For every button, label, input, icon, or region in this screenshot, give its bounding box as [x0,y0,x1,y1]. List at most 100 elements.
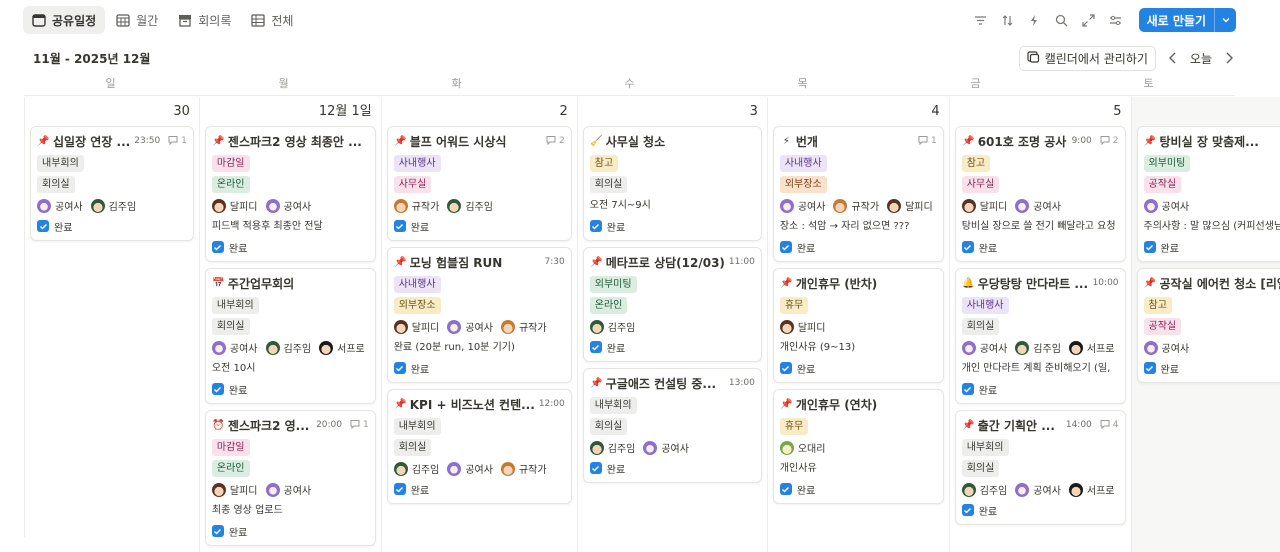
person-chip[interactable]: 공여사 [265,482,311,497]
done-checkbox-row[interactable]: 완료 [589,337,755,357]
person-chip[interactable]: 김주임 [961,482,1007,497]
chevron-right-icon[interactable] [1222,51,1236,65]
done-checkbox-row[interactable]: 완료 [961,379,1119,399]
done-checkbox-row[interactable]: 완료 [211,521,369,541]
checkbox-checked-icon[interactable] [1143,362,1156,374]
event-card[interactable]: 📌 개인휴무 (연차) 휴무 오대리 개인사유 완료 [772,389,944,504]
person-chip[interactable]: 공여사 [265,198,311,213]
event-card[interactable]: 🔔 우당탕탕 만다라트 ... 10:00 사내행사 회의실 공여사 김주임 서프로 개인 만다… [954,268,1126,404]
event-card[interactable]: 📌공작실 에어컨 청소 [리얼... 참고공작실공여사완료 [1136,268,1280,383]
checkbox-checked-icon[interactable] [393,483,406,495]
person-chip[interactable]: 김주임 [265,340,311,355]
sort-icon[interactable] [1000,13,1015,28]
checkbox-checked-icon[interactable] [211,525,224,537]
done-checkbox-row[interactable]: 완료 [393,216,565,236]
person-chip[interactable]: 김주임 [90,198,136,213]
person-chip[interactable]: 공여사 [447,461,493,476]
person-chip[interactable]: 김주임 [447,198,493,213]
person-chip[interactable]: 달피디 [779,319,825,334]
checkbox-checked-icon[interactable] [589,341,602,353]
checkbox-checked-icon[interactable] [961,241,974,253]
done-checkbox-row[interactable]: 완료 [779,358,937,378]
person-chip[interactable]: 공여사 [961,340,1007,355]
person-chip[interactable]: 달피디 [887,198,933,213]
tab-all[interactable]: 전체 [242,6,302,34]
done-checkbox-row[interactable]: 완료 [589,216,755,236]
done-checkbox-row[interactable]: 완료 [1143,358,1280,378]
comment-count[interactable]: 2 [1100,135,1119,148]
checkbox-checked-icon[interactable] [589,462,602,474]
done-checkbox-row[interactable]: 완료 [779,479,937,499]
manage-in-calendar-button[interactable]: 캘린더에서 관리하기 [1018,45,1156,71]
person-chip[interactable]: 규작가 [833,198,879,213]
person-chip[interactable]: 공여사 [1143,340,1189,355]
person-chip[interactable]: 공여사 [643,440,689,455]
person-chip[interactable]: 김주임 [1015,340,1061,355]
person-chip[interactable]: 서프로 [1068,340,1115,355]
person-chip[interactable]: 달피디 [961,198,1007,213]
event-card[interactable]: 📌 블프 어워드 시상식 2 사내행사 사무실 규작가 김주임 완료 [386,126,572,241]
event-card[interactable]: 📌탕비실 장 맞춤제...5 외부미팅공작실공여사주의사항 : 말 많으심 (커피… [1136,126,1280,262]
tab-shared-schedule[interactable]: 공유일정 [23,6,106,34]
checkbox-checked-icon[interactable] [211,241,224,253]
person-chip[interactable]: 김주임 [589,319,635,334]
checkbox-checked-icon[interactable] [211,383,224,395]
checkbox-checked-icon[interactable] [961,504,974,516]
person-chip[interactable]: 오대리 [779,440,825,455]
checkbox-checked-icon[interactable] [779,483,792,495]
filter-icon[interactable] [973,13,988,28]
person-chip[interactable]: 규작가 [500,319,547,334]
person-chip[interactable]: 김주임 [589,440,635,455]
comment-count[interactable]: 1 [918,135,937,148]
person-chip[interactable]: 김주임 [393,461,439,476]
checkbox-checked-icon[interactable] [1143,241,1156,253]
done-checkbox-row[interactable]: 완료 [393,358,565,378]
person-chip[interactable]: 달피디 [393,319,439,334]
event-card[interactable]: 📌 구글애즈 컨설팅 중... 13:00 내부회의 회의실 김주임 공여사 완료 [582,368,762,483]
event-card[interactable]: 📌 출간 기획안 ... 14:00 4 내부회의 회의실 김주임 공여사 서프로 완료 [954,410,1126,525]
person-chip[interactable]: 달피디 [211,198,258,213]
person-chip[interactable]: 공여사 [1015,198,1061,213]
comment-count[interactable]: 4 [1100,419,1119,432]
checkbox-checked-icon[interactable] [961,383,974,395]
chevron-down-icon[interactable] [1214,8,1236,32]
person-chip[interactable]: 공여사 [1015,482,1061,497]
checkbox-checked-icon[interactable] [393,220,406,232]
event-card[interactable]: 📌 601호 조명 공사 9:00 2 참고 사무실 달피디 공여사 탕비실 장으로 쓸 전기 … [954,126,1126,262]
person-chip[interactable]: 서프로 [319,340,365,355]
checkbox-checked-icon[interactable] [393,362,406,374]
person-chip[interactable]: 달피디 [211,482,258,497]
person-chip[interactable]: 공여사 [211,340,258,355]
expand-icon[interactable] [1081,13,1096,28]
person-chip[interactable]: 공여사 [779,198,825,213]
checkbox-checked-icon[interactable] [589,220,602,232]
checkbox-checked-icon[interactable] [779,362,792,374]
done-checkbox-row[interactable]: 완료 [779,237,937,257]
done-checkbox-row[interactable]: 완료 [1143,237,1280,257]
event-card[interactable]: 📌 개인휴무 (반차) 휴무 달피디 개인사유 (9~13) 완료 [772,268,944,383]
event-card[interactable]: 📌 모닝 험블짐 RUN 7:30 사내행사 외부장소 달피디 공여사 규작가 완료 (20분 … [386,247,572,383]
checkbox-checked-icon[interactable] [779,241,792,253]
person-chip[interactable]: 서프로 [1068,482,1115,497]
event-card[interactable]: 📌 메타프로 상담(12/03) 11:00 외부미팅 온라인 김주임 완료 [582,247,762,362]
automation-bolt-icon[interactable] [1027,13,1042,28]
done-checkbox-row[interactable]: 완료 [961,500,1119,520]
done-checkbox-row[interactable]: 완료 [589,458,755,478]
event-card[interactable]: 🧹 사무실 청소 참고 회의실 오전 7시~9시 완료 [582,126,762,241]
search-icon[interactable] [1054,13,1069,28]
person-chip[interactable]: 규작가 [500,461,547,476]
done-checkbox-row[interactable]: 완료 [211,379,369,399]
tab-minutes[interactable]: 회의록 [169,6,240,34]
comment-count[interactable]: 1 [350,419,369,432]
event-card[interactable]: 📌 십일장 연장 ... 23:50 1 내부회의 회의실 공여사 김주임 완료 [30,126,194,241]
done-checkbox-row[interactable]: 완료 [393,479,565,499]
new-button[interactable]: 새로 만들기 [1138,8,1236,32]
comment-count[interactable]: 1 [168,135,187,148]
event-card[interactable]: ⚡ 번개 1 사내행사 외부장소 공여사 규작가 달피디 장소 : 석암 → 자리 없으면 ??… [772,126,944,262]
person-chip[interactable]: 공여사 [1143,198,1189,213]
event-card[interactable]: 📌 젠스파크2 영상 최종안 ... 마감일 온라인 달피디 공여사 피드백 적용후 최종안… [204,126,376,262]
chevron-left-icon[interactable] [1166,51,1180,65]
comment-count[interactable]: 2 [546,135,565,148]
event-card[interactable]: 📌 KPI + 비즈노션 컨텐... 12:00 내부회의 회의실 김주임 공여사 규작가 완료 [386,389,572,504]
done-checkbox-row[interactable]: 완료 [37,216,187,236]
